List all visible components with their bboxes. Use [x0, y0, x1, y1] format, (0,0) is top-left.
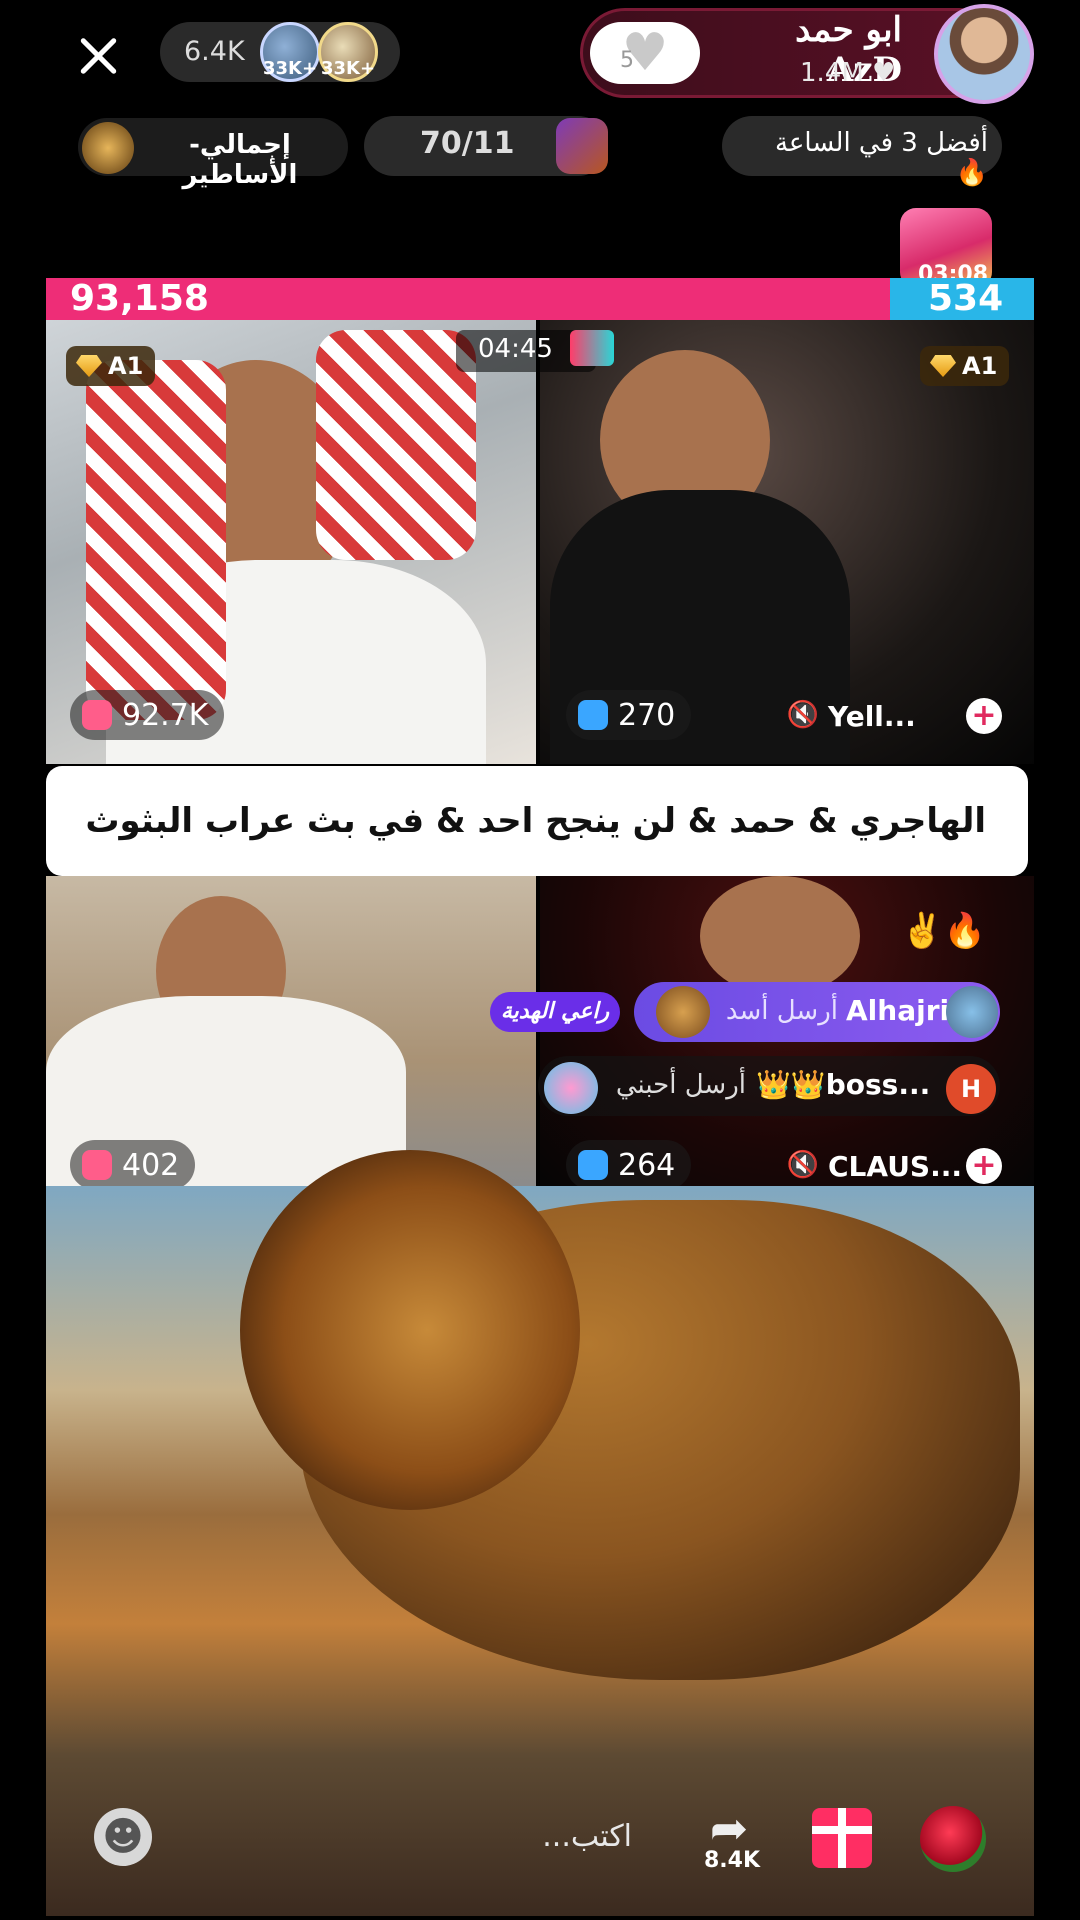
score-icon — [578, 1150, 608, 1180]
shemagh-left — [86, 360, 226, 720]
tile-count-pill[interactable]: 92.7K — [70, 690, 225, 740]
legends-label: إجمالي-الأساطير — [182, 130, 298, 190]
fire-icon: 🔥 — [955, 158, 988, 188]
gift-sender: Alhajri — [846, 994, 950, 1027]
rank-label: 70/11 — [420, 126, 515, 161]
top-viewer-avatar[interactable]: 33K+ — [260, 22, 320, 82]
shemagh-right — [316, 330, 476, 560]
mute-icon: 🔇 — [786, 700, 820, 730]
share-icon: ➦ — [709, 1801, 749, 1855]
tile-count-pill[interactable]: 270 — [566, 690, 692, 740]
battle-icon — [570, 330, 614, 366]
follow-button[interactable]: ♥ — [590, 22, 700, 84]
heart-icon: ♥ — [872, 58, 896, 88]
score-icon — [82, 1150, 112, 1180]
gift-text: أرسل أحبني — [615, 1070, 746, 1100]
mute-icon: 🔇 — [786, 1150, 820, 1180]
gift-icon — [544, 1062, 598, 1114]
score-icon — [578, 700, 608, 730]
score-right: 534 — [928, 278, 1004, 319]
emoji-icon[interactable]: ☻ — [94, 1808, 152, 1866]
gift-text: أرسل أسد — [725, 996, 838, 1026]
avatar[interactable]: H — [946, 1064, 996, 1114]
avatar[interactable] — [946, 986, 998, 1038]
gift-button[interactable] — [812, 1808, 872, 1868]
follow-count: 5 — [620, 48, 634, 73]
lion-mane — [240, 1150, 580, 1510]
gift-sponsor-tag: راعي الهدية — [490, 992, 620, 1032]
tile-count-pill[interactable]: 264 — [566, 1140, 692, 1190]
follow-plus-button[interactable]: + — [966, 1148, 1002, 1184]
host-avatar[interactable] — [934, 4, 1034, 104]
person-face — [700, 876, 860, 996]
follow-plus-button[interactable]: + — [966, 698, 1002, 734]
legends-icon — [82, 122, 134, 174]
tile-count-pill[interactable]: 402 — [70, 1140, 196, 1190]
host-likes: 1.4M ♥ — [800, 58, 896, 88]
score-left: 93,158 — [70, 278, 209, 319]
battle-timer: 04:45 — [478, 334, 553, 364]
top-viewer-avatar[interactable]: 33K+ — [318, 22, 378, 82]
rose-gift-button[interactable] — [920, 1806, 986, 1872]
gift-sender: 👑👑boss... — [756, 1068, 931, 1101]
rank-badge: A1 — [920, 346, 1010, 386]
diamond-icon — [930, 355, 956, 377]
pinned-banner-text: الهاجري & حمد & لن ينجح احد & في بث عراب… — [85, 801, 986, 951]
viewer-count: 6.4K — [184, 36, 245, 67]
share-count: 8.4K — [704, 1848, 761, 1873]
tile-username: Yell... — [828, 700, 916, 733]
score-icon — [82, 700, 112, 730]
rank-badge: A1 — [66, 346, 156, 386]
tile-username: CLAUS... — [828, 1150, 963, 1183]
comment-input[interactable] — [172, 1800, 662, 1872]
close-button[interactable] — [70, 28, 126, 84]
rank-icon — [556, 118, 608, 174]
diamond-icon — [76, 355, 102, 377]
top3-label: أفضل 3 في الساعة 🔥 — [774, 128, 988, 188]
